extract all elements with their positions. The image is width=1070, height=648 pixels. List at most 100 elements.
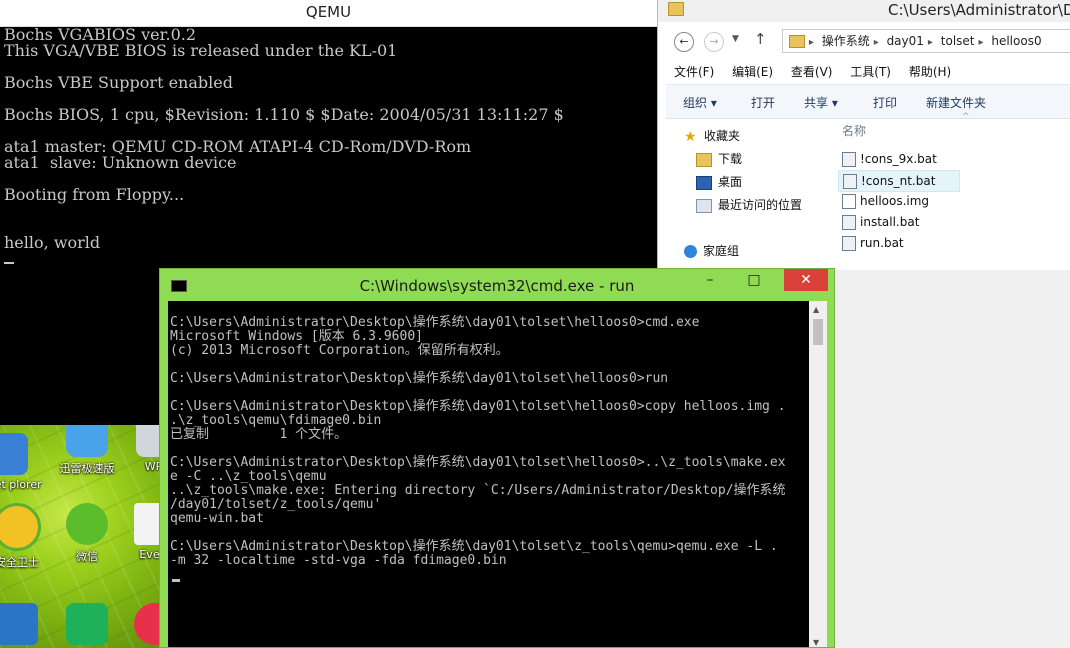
cmd-console-line: C:\Users\Administrator\Desktop\操作系统\day0… xyxy=(170,455,786,470)
qemu-screen-line: Bochs BIOS, 1 cpu, $Revision: 1.110 $ $D… xyxy=(4,105,564,124)
column-header-name[interactable]: 名称 xyxy=(842,122,866,139)
history-dropdown-icon[interactable]: ▼ xyxy=(732,34,739,44)
scroll-up-icon[interactable]: ▲ xyxy=(813,305,819,314)
cmd-vertical-scrollbar[interactable]: ▲ ▼ xyxy=(809,301,827,647)
shield-icon xyxy=(0,603,38,645)
explorer-window[interactable]: C:\Users\Administrator\De ← → ▼ ↑ ▸ 操作系统… xyxy=(657,0,1070,270)
maximize-icon[interactable]: □ xyxy=(740,269,768,291)
file-name: helloos.img xyxy=(860,194,930,208)
folder-icon xyxy=(668,2,684,16)
desktop-icon-label: 安全卫士 xyxy=(0,556,39,569)
file-item[interactable]: !cons_9x.bat xyxy=(838,149,958,169)
desktop-icon-wechat[interactable]: 微信 xyxy=(50,503,124,564)
nav-item-homegroup[interactable]: 家庭组 xyxy=(684,241,739,261)
scroll-down-icon[interactable]: ▼ xyxy=(813,638,819,647)
qemu-screen-line: Booting from Floppy... xyxy=(4,185,185,204)
nav-item-favorites[interactable]: ★ 收藏夹 xyxy=(684,126,740,146)
new-folder-button[interactable]: 新建文件夹 xyxy=(926,94,986,111)
bat-file-icon xyxy=(842,215,856,230)
qemu-title-bar[interactable]: QEMU xyxy=(0,0,657,27)
desktop-icon-360-security[interactable]: 安全卫士 xyxy=(0,503,54,570)
breadcrumb-segment[interactable]: tolset xyxy=(941,34,975,48)
open-button[interactable]: 打开 xyxy=(751,94,775,111)
cmd-title: C:\Windows\system32\cmd.exe - run xyxy=(359,277,635,295)
wechat-icon xyxy=(66,503,108,545)
sort-indicator-icon: ^ xyxy=(962,112,970,122)
desktop-icon-everything[interactable]: Every xyxy=(118,503,165,561)
cmd-console-line xyxy=(170,358,809,372)
folder-icon xyxy=(789,35,805,48)
recent-places-icon xyxy=(696,198,712,213)
360-security-icon xyxy=(0,503,41,551)
close-icon[interactable]: ✕ xyxy=(784,269,828,291)
desktop-icon-xunlei[interactable]: 迅雷极速版 xyxy=(50,425,124,476)
desktop-icon-shield[interactable] xyxy=(0,603,54,648)
ie-icon xyxy=(0,433,28,475)
menu-edit[interactable]: 编辑(E) xyxy=(732,65,773,79)
file-item-selected[interactable]: !cons_nt.bat xyxy=(838,170,960,192)
back-arrow-icon[interactable]: ← xyxy=(674,32,694,52)
forward-arrow-icon[interactable]: → xyxy=(704,32,724,52)
file-item[interactable]: helloos.img xyxy=(838,191,958,211)
cmd-console-line: .\z_tools\qemu\fdimage0.bin xyxy=(170,413,382,428)
breadcrumb-segment[interactable]: day01 xyxy=(887,34,924,48)
share-button[interactable]: 共享 ▾ xyxy=(804,94,838,111)
organize-button[interactable]: 组织 ▾ xyxy=(683,94,717,111)
desktop-background: ternet plorer 迅雷极速版 WPS 安全卫士 微信 Every xyxy=(0,425,165,648)
qemu-screen-line: ata1 slave: Unknown device xyxy=(4,153,237,172)
xunlei-icon xyxy=(66,425,108,457)
desktop-icon-wps-office[interactable] xyxy=(50,603,124,648)
explorer-address-row: ← → ▼ ↑ ▸ 操作系统 ▸ day01 ▸ tolset ▸ helloos0 xyxy=(668,28,1070,54)
qemu-screen-line: Bochs VBE Support enabled xyxy=(4,73,233,92)
qemu-screen-line xyxy=(4,219,657,235)
cmd-console-line xyxy=(170,442,809,456)
cmd-console-line: (c) 2013 Microsoft Corporation。保留所有权利。 xyxy=(170,343,509,358)
breadcrumb-segment[interactable]: 操作系统 xyxy=(822,34,870,48)
minimize-icon[interactable]: – xyxy=(696,269,724,291)
nav-item-desktop[interactable]: 桌面 xyxy=(696,172,742,192)
qemu-screen-line xyxy=(4,203,657,219)
explorer-title-bar[interactable]: C:\Users\Administrator\De xyxy=(658,0,1070,22)
file-name: run.bat xyxy=(860,236,904,250)
nav-item-label: 最近访问的位置 xyxy=(718,198,803,212)
desktop-icon-internet-explorer[interactable]: ternet plorer xyxy=(0,433,44,491)
cmd-text-cursor xyxy=(172,579,180,582)
nav-item-label: 桌面 xyxy=(718,175,743,189)
cmd-console-line xyxy=(170,526,809,540)
qemu-screen-line: hello, world xyxy=(4,233,101,252)
bat-file-icon xyxy=(843,174,857,189)
qemu-text-cursor xyxy=(4,262,14,264)
file-item[interactable]: install.bat xyxy=(838,212,958,232)
scrollbar-thumb[interactable] xyxy=(813,319,823,345)
qemu-screen-line: This VGA/VBE BIOS is released under the … xyxy=(4,41,398,60)
desktop-icon-label: 迅雷极速版 xyxy=(59,462,115,475)
nav-item-downloads[interactable]: 下载 xyxy=(696,149,742,169)
star-icon: ★ xyxy=(684,128,697,145)
breadcrumb-segment[interactable]: helloos0 xyxy=(991,34,1041,48)
cmd-console-line: qemu-win.bat xyxy=(170,511,264,526)
cmd-console-line: Microsoft Windows [版本 6.3.9600] xyxy=(170,329,423,344)
homegroup-icon xyxy=(684,245,697,258)
nav-item-label: 收藏夹 xyxy=(704,129,741,143)
wps-office-icon xyxy=(66,603,108,645)
file-item[interactable]: run.bat xyxy=(838,233,958,253)
desktop-icon-app[interactable] xyxy=(118,603,165,648)
cmd-console-output[interactable]: C:\Users\Administrator\Desktop\操作系统\day0… xyxy=(168,301,809,647)
menu-file[interactable]: 文件(F) xyxy=(674,65,714,79)
explorer-command-bar: 组织 ▾ 打开 共享 ▾ 打印 新建文件夹 xyxy=(666,84,1070,119)
cmd-title-bar[interactable]: C:\Windows\system32\cmd.exe - run – □ ✕ xyxy=(160,269,834,301)
cmd-console-line: -m 32 -localtime -std-vga -fda fdimage0.… xyxy=(170,553,507,568)
address-bar[interactable]: ▸ 操作系统 ▸ day01 ▸ tolset ▸ helloos0 xyxy=(782,29,1070,53)
menu-help[interactable]: 帮助(H) xyxy=(909,65,951,79)
nav-item-label: 家庭组 xyxy=(703,244,740,258)
cmd-console-line: e -C ..\z_tools\qemu xyxy=(170,469,327,484)
print-button[interactable]: 打印 xyxy=(873,94,897,111)
menu-tools[interactable]: 工具(T) xyxy=(850,65,891,79)
nav-item-recent-places[interactable]: 最近访问的位置 xyxy=(696,195,802,215)
up-arrow-icon[interactable]: ↑ xyxy=(754,30,767,48)
cmd-console-line: C:\Users\Administrator\Desktop\操作系统\day0… xyxy=(170,399,786,414)
explorer-menu-bar: 文件(F) 编辑(E) 查看(V) 工具(T) 帮助(H) xyxy=(674,63,965,80)
menu-view[interactable]: 查看(V) xyxy=(791,65,833,79)
desktop-icon-label: 微信 xyxy=(76,550,98,563)
cmd-window[interactable]: C:\Windows\system32\cmd.exe - run – □ ✕ … xyxy=(159,268,835,648)
